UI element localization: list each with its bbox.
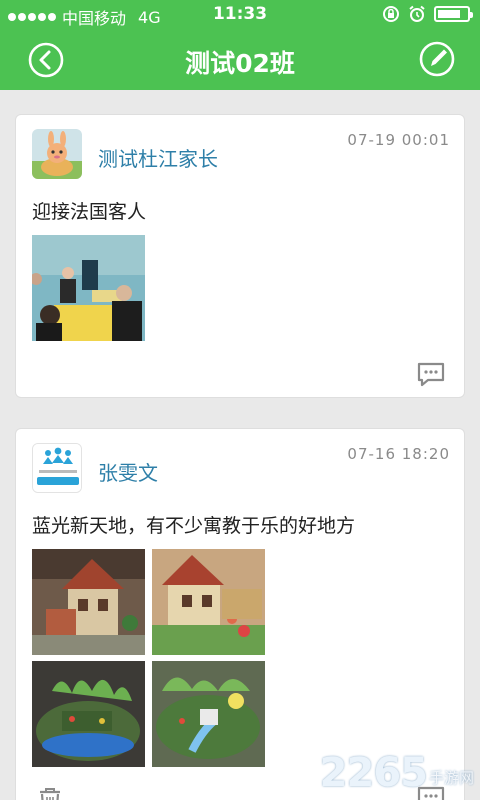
avatar[interactable] — [32, 443, 82, 493]
watermark-site: 手游网 — [428, 769, 474, 787]
status-bar: 中国移动 4G 11:33 — [0, 0, 480, 30]
avatar[interactable] — [32, 129, 82, 179]
post-photo[interactable] — [32, 549, 145, 655]
post-time: 07-19 00:01 — [347, 131, 450, 149]
post-content: 迎接法国客人 — [32, 201, 147, 223]
comment-icon[interactable] — [416, 361, 446, 387]
post-card: 测试杜江家长 07-19 00:01 迎接法国客人 — [15, 114, 465, 398]
battery-icon — [434, 6, 473, 22]
post-photo[interactable] — [32, 235, 145, 341]
post-photo[interactable] — [32, 661, 145, 767]
watermark-number: 2265 — [319, 750, 428, 796]
edit-circle-icon[interactable] — [418, 40, 456, 78]
rotation-lock-icon — [383, 6, 399, 22]
watermark-logo: 2265 手游网 — [320, 750, 474, 796]
post-photo[interactable] — [152, 549, 265, 655]
nav-bar: 测试02班 — [0, 30, 480, 90]
alarm-icon — [409, 5, 425, 22]
trash-icon[interactable] — [36, 785, 64, 800]
post-card: 张雯文 07-16 18:20 蓝光新天地，有不少寓教于乐的好地方 — [15, 428, 465, 800]
app-header: 中国移动 4G 11:33 测试02班 — [0, 0, 480, 90]
post-photo[interactable] — [152, 661, 265, 767]
post-content: 蓝光新天地，有不少寓教于乐的好地方 — [32, 515, 356, 537]
post-time: 07-16 18:20 — [347, 445, 450, 463]
status-right — [382, 5, 473, 23]
page-title: 测试02班 — [185, 49, 295, 78]
post-author[interactable]: 张雯文 — [98, 457, 158, 486]
post-author[interactable]: 测试杜江家长 — [98, 143, 218, 172]
